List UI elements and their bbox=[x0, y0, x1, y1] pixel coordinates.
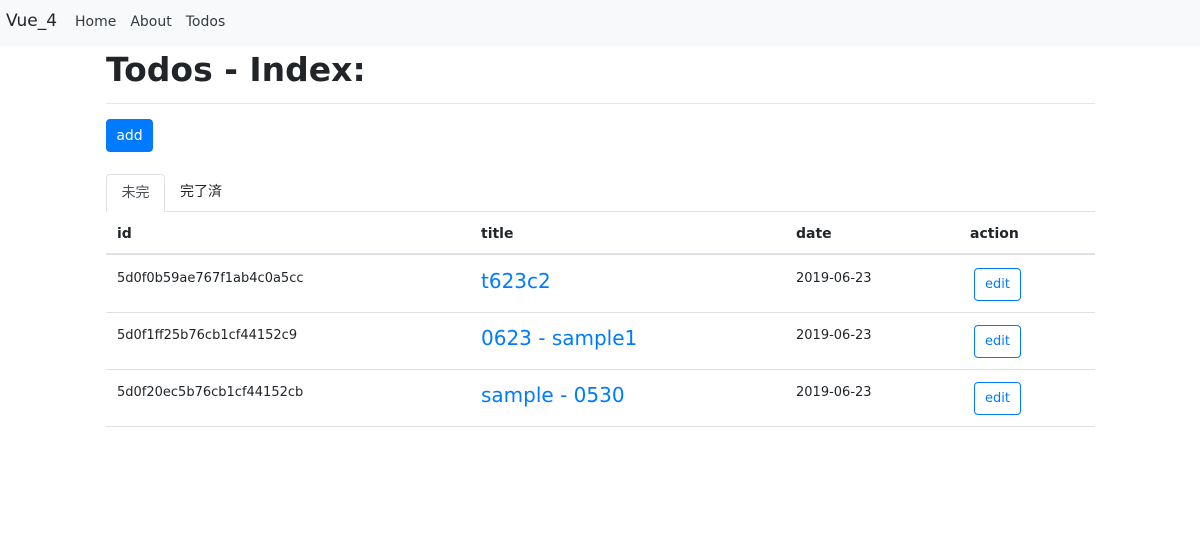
table-row: 5d0f1ff25b76cb1cf44152c9 0623 - sample1 … bbox=[106, 313, 1095, 370]
nav-link-about[interactable]: About bbox=[130, 14, 171, 30]
row-date: 2019-06-23 bbox=[796, 328, 872, 343]
row-id: 5d0f20ec5b76cb1cf44152cb bbox=[117, 385, 304, 400]
row-date: 2019-06-23 bbox=[796, 385, 872, 400]
row-date: 2019-06-23 bbox=[796, 271, 872, 286]
tab-incomplete[interactable]: 未完 bbox=[106, 174, 165, 212]
edit-button[interactable]: edit bbox=[974, 325, 1021, 358]
nav-link-todos[interactable]: Todos bbox=[186, 14, 225, 30]
nav-links: Home About Todos bbox=[75, 14, 239, 30]
table-row: 5d0f0b59ae767f1ab4c0a5cc t623c2 2019-06-… bbox=[106, 256, 1095, 313]
row-title-link[interactable]: sample - 0530 bbox=[481, 383, 625, 407]
row-id: 5d0f0b59ae767f1ab4c0a5cc bbox=[117, 271, 304, 286]
title-divider bbox=[106, 103, 1095, 104]
navbar-brand[interactable]: Vue_4 bbox=[6, 11, 57, 31]
row-title-link[interactable]: t623c2 bbox=[481, 269, 551, 293]
table-header: id title date action bbox=[106, 212, 1095, 255]
header-action: action bbox=[970, 226, 1019, 242]
page-title: Todos - Index: bbox=[106, 50, 366, 89]
row-id: 5d0f1ff25b76cb1cf44152c9 bbox=[117, 328, 298, 343]
header-title: title bbox=[481, 226, 514, 242]
edit-button[interactable]: edit bbox=[974, 382, 1021, 415]
row-title-link[interactable]: 0623 - sample1 bbox=[481, 326, 637, 350]
header-date: date bbox=[796, 226, 832, 242]
todo-tabs: 未完 完了済 bbox=[106, 174, 1095, 212]
edit-button[interactable]: edit bbox=[974, 268, 1021, 301]
table-row: 5d0f20ec5b76cb1cf44152cb sample - 0530 2… bbox=[106, 370, 1095, 427]
nav-link-home[interactable]: Home bbox=[75, 14, 116, 30]
navbar: Vue_4 Home About Todos bbox=[0, 0, 1200, 46]
tab-completed[interactable]: 完了済 bbox=[180, 174, 222, 212]
add-button[interactable]: add bbox=[106, 119, 153, 152]
header-id: id bbox=[117, 226, 132, 242]
